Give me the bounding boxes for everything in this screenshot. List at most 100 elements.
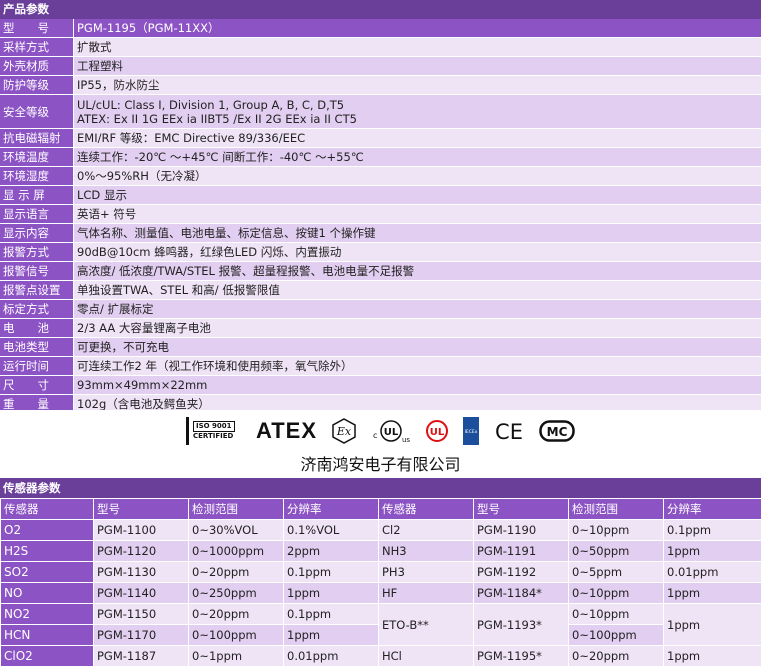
sensor-resolution: 0.01ppm	[283, 645, 379, 667]
sensor-gas-name: NO	[0, 582, 94, 604]
param-label: 采样方式	[0, 38, 74, 56]
sensor-gas-name: O2	[0, 519, 94, 541]
atex-text: ATEX	[255, 418, 318, 443]
param-row: 显示内容 气体名称、测量值、电池电量、标定信息、按键1 个操作键	[0, 224, 761, 243]
company-name: 济南鸿安电子有限公司	[0, 452, 761, 478]
sensor-model: PGM-1140	[93, 582, 189, 604]
param-value-line: 单独设置TWA、STEL 和高/ 低报警限值	[77, 283, 280, 297]
sensor-resolution: 1ppm	[283, 624, 379, 646]
table-row: SO2 PGM-1130 0~20ppm 0.1ppm PH3 PGM-1192 0~5pp…	[0, 561, 761, 583]
param-value-line: 连续工作：-20℃ ～+45℃ 间断工作：-40℃ ～+55℃	[77, 150, 364, 164]
mc-icon: MC	[539, 420, 575, 442]
sensor-range: 0~20ppm	[188, 561, 284, 583]
sensor-range: 0~1000ppm	[188, 540, 284, 562]
param-row: 电 池 2/3 AA 大容量锂离子电池	[0, 319, 761, 338]
sensor-model: PGM-1150	[93, 603, 189, 625]
sensor-model: PGM-1120	[93, 540, 189, 562]
atex-logo: ATEX	[256, 418, 317, 444]
param-value-line: UL/cUL: Class I, Division 1, Group A, B,…	[77, 97, 345, 112]
param-label: 显示内容	[0, 224, 74, 242]
sensor-resolution: 0.1%VOL	[283, 519, 379, 541]
param-row: 显示语言 英语+ 符号	[0, 205, 761, 224]
svg-text:us: us	[402, 436, 410, 444]
sensor-range: 0~50ppm	[568, 540, 664, 562]
column-header: 分辨率	[663, 498, 761, 520]
ul-circle-icon: c UL us	[373, 420, 410, 444]
table-row: NO2 PGM-1150 0~20ppm 0.1ppm ETO-B** PGM-1193*…	[0, 603, 761, 646]
sensor-gas-name: NH3	[378, 540, 474, 562]
column-header: 型号	[93, 498, 189, 520]
iecex-logo: IECEx	[463, 417, 480, 445]
ex-logo: Ex	[331, 418, 357, 444]
param-value-line: 90dB@10cm 蜂鸣器，红绿色LED 闪烁、内置振动	[77, 245, 342, 259]
sensor-model: PGM-1193*	[473, 603, 569, 646]
sensor-resolution: 0.1ppm	[283, 561, 379, 583]
table-row: H2S PGM-1120 0~1000ppm 2ppm NH3 PGM-1191 0~50p…	[0, 540, 761, 562]
column-header: 型号	[473, 498, 569, 520]
param-label: 运行时间	[0, 357, 74, 375]
param-label: 标定方式	[0, 300, 74, 318]
iecex-icon: IECEx	[463, 417, 480, 445]
svg-text:Ex: Ex	[336, 425, 352, 438]
param-value: 英语+ 符号	[74, 205, 761, 223]
table-row: NO PGM-1140 0~250ppm 1ppm HF PGM-1184* 0~10ppm…	[0, 582, 761, 604]
sensor-model: PGM-1191	[473, 540, 569, 562]
sensor-model: PGM-1192	[473, 561, 569, 583]
param-value: EMI/RF 等级：EMC Directive 89/336/EEC	[74, 129, 761, 147]
param-label: 环境温度	[0, 148, 74, 166]
param-value-line: EMI/RF 等级：EMC Directive 89/336/EEC	[77, 131, 306, 145]
param-label: 外壳材质	[0, 57, 74, 75]
mc-logo: MC	[539, 418, 575, 444]
param-row: 防护等级 IP55，防水防尘	[0, 76, 761, 95]
iso-line2: CERTIFIED	[192, 432, 234, 440]
svg-text:UL: UL	[384, 427, 399, 438]
param-row: 环境温度 连续工作：-20℃ ～+45℃ 间断工作：-40℃ ～+55℃	[0, 148, 761, 167]
param-value-line: 0%～95%RH（无冷凝）	[77, 169, 207, 183]
ul-red-icon: UL	[426, 420, 449, 442]
sensor-gas-name: HCl	[378, 645, 474, 667]
sensor-resolution: 0.01ppm	[663, 561, 761, 583]
sensor-gas-name: SO2	[0, 561, 94, 583]
table-row: O2 PGM-1100 0~30%VOL 0.1%VOL Cl2 PGM-1190 0~10…	[0, 519, 761, 541]
sensor-range: 0~10ppm	[568, 603, 664, 625]
sensor-gas-name: PH3	[378, 561, 474, 583]
iso-9001-logo: ISO 9001 CERTIFIED	[185, 417, 242, 445]
svg-text:c: c	[373, 431, 377, 440]
param-value-line: 高浓度/ 低浓度/TWA/STEL 报警、超量程报警、电池电量不足报警	[77, 264, 415, 278]
param-value: 93mm×49mm×22mm	[74, 376, 761, 394]
sensor-resolution: 1ppm	[663, 603, 761, 646]
sensor-range: 0~100ppm	[568, 624, 664, 646]
sensor-range: 0~250ppm	[188, 582, 284, 604]
param-value-line: 气体名称、测量值、电池电量、标定信息、按键1 个操作键	[77, 226, 376, 240]
sensor-range: 0~10ppm	[568, 519, 664, 541]
param-value-line: ATEX: Ex II 1G EEx ia IIBT5 /Ex II 2G EE…	[77, 111, 357, 126]
sensor-resolution: 1ppm	[663, 645, 761, 667]
param-row: 抗电磁辐射 EMI/RF 等级：EMC Directive 89/336/EEC	[0, 129, 761, 148]
param-row: 报警点设置 单独设置TWA、STEL 和高/ 低报警限值	[0, 281, 761, 300]
sensor-model: PGM-1130	[93, 561, 189, 583]
param-value: 工程塑料	[74, 57, 761, 75]
sensor-range: 0~30%VOL	[188, 519, 284, 541]
sensor-resolution: 2ppm	[283, 540, 379, 562]
column-header: 检测范围	[568, 498, 664, 520]
sensor-range: 0~20ppm	[188, 603, 284, 625]
sensor-model: PGM-1184*	[473, 582, 569, 604]
sensor-range: 0~10ppm	[568, 582, 664, 604]
param-value-line: 扩散式	[77, 40, 112, 54]
param-value: 扩散式	[74, 38, 761, 56]
column-header: 传感器	[0, 498, 94, 520]
sensor-gas-name: HF	[378, 582, 474, 604]
sensor-resolution: 1ppm	[663, 582, 761, 604]
param-value-line: 英语+ 符号	[77, 207, 137, 221]
param-label: 报警方式	[0, 243, 74, 261]
sensor-model: PGM-1187	[93, 645, 189, 667]
sensor-model: PGM-1195*	[473, 645, 569, 667]
param-label: 环境湿度	[0, 167, 74, 185]
param-value: 单独设置TWA、STEL 和高/ 低报警限值	[74, 281, 761, 299]
sensor-resolution: 0.1ppm	[283, 603, 379, 625]
sensor-header-row: 传感器 型号 检测范围 分辨率 传感器 型号 检测范围 分辨率	[0, 498, 761, 520]
ul-red-logo: UL	[425, 418, 449, 444]
param-value: 0%～95%RH（无冷凝）	[74, 167, 761, 185]
sensor-gas-name: ClO2	[0, 645, 94, 667]
param-value: 零点/ 扩展标定	[74, 300, 761, 318]
